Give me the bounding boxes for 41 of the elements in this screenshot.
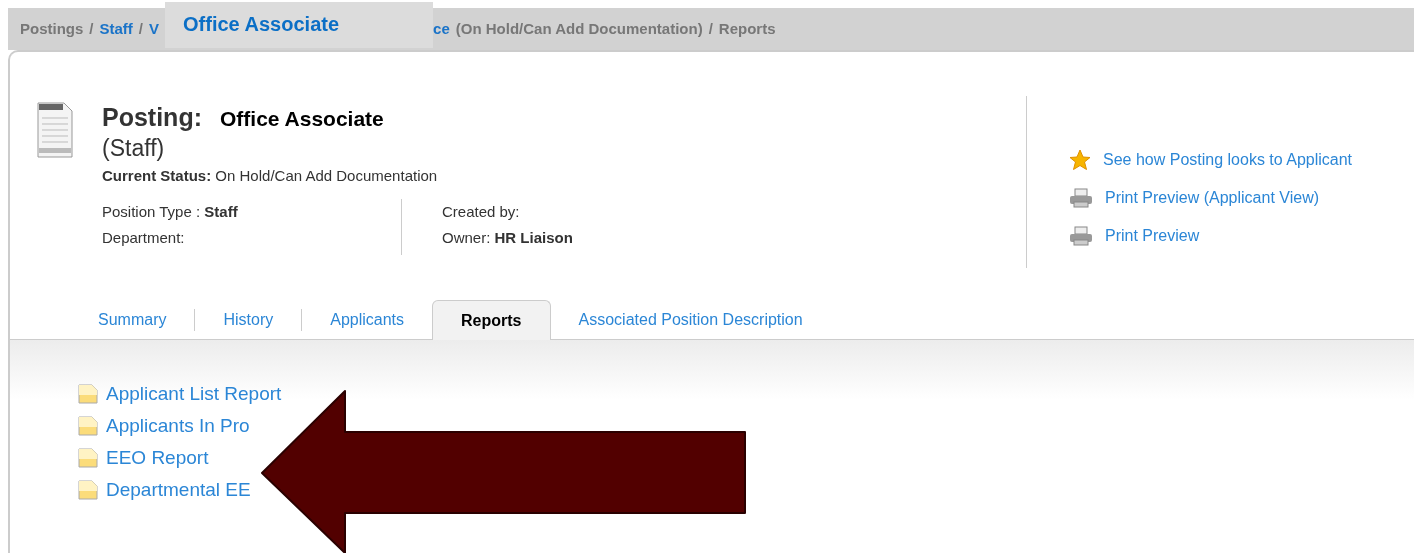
field-value: Staff — [204, 203, 238, 220]
tab[interactable]: Applicants — [302, 309, 433, 331]
report-link[interactable]: Departmental EE — [106, 475, 251, 505]
report-link[interactable]: Applicant List Report — [106, 379, 282, 409]
posting-subtitle: (Staff) — [102, 134, 166, 161]
report-icon — [78, 480, 98, 500]
tab[interactable]: Associated Position Description — [550, 309, 831, 331]
breadcrumb-item: Reports — [718, 18, 776, 39]
tab[interactable]: History — [195, 309, 303, 331]
tab[interactable]: Summary — [70, 309, 196, 331]
report-icon — [78, 384, 98, 404]
field-label: Department: — [102, 229, 185, 246]
document-icon — [36, 102, 74, 158]
action-link[interactable]: See how Posting looks to Applicant — [1103, 148, 1353, 172]
field-label: Created by: — [442, 203, 520, 220]
printer-icon — [1069, 188, 1093, 208]
breadcrumb-separator: / — [708, 18, 713, 39]
field-label: Owner: — [442, 229, 491, 246]
report-link[interactable]: Applicants In Pro — [106, 411, 250, 441]
breadcrumb-item: Postings — [20, 18, 84, 39]
printer-icon — [1069, 226, 1093, 246]
report-icon — [78, 448, 98, 468]
breadcrumb-link[interactable]: Staff — [99, 17, 133, 41]
status-value: On Hold/Can Add Documentation — [215, 166, 438, 184]
breadcrumb-separator: / — [89, 18, 94, 39]
action-link[interactable]: Print Preview (Applicant View) — [1105, 186, 1319, 210]
field-label: Position Type : — [102, 203, 201, 220]
field-value: HR Liaison — [494, 229, 573, 246]
breadcrumb-separator: / — [138, 18, 144, 39]
status-label: Current Status: — [102, 166, 212, 184]
breadcrumb-link[interactable]: ce — [433, 17, 450, 41]
title-label: Office Associate — [165, 2, 434, 48]
star-icon — [1069, 149, 1091, 171]
tab[interactable]: Reports — [432, 300, 551, 340]
breadcrumb-link[interactable]: V — [149, 17, 160, 41]
breadcrumb-item: (On Hold/Can Add Documentation) — [455, 18, 703, 39]
report-link[interactable]: EEO Report — [106, 443, 209, 473]
report-icon — [78, 416, 98, 436]
posting-name: Office Associate — [220, 106, 384, 132]
posting-title: Posting: — [102, 102, 202, 132]
action-link[interactable]: Print Preview — [1105, 224, 1200, 248]
